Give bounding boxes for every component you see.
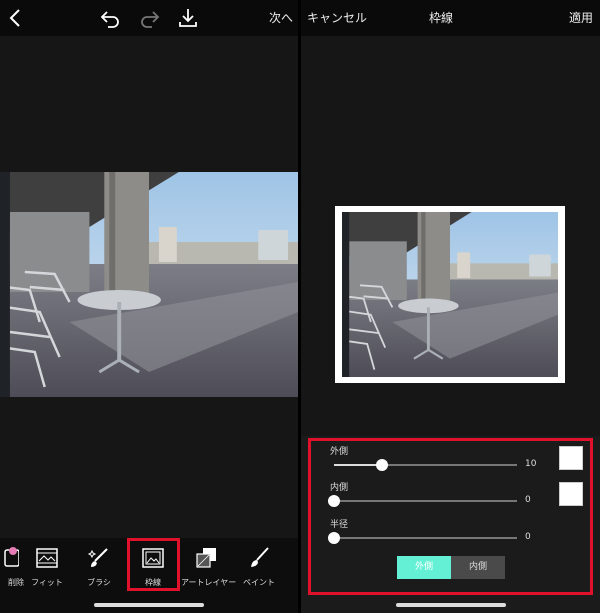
- home-indicator: [94, 603, 204, 607]
- back-icon[interactable]: [4, 6, 28, 30]
- brush-icon: [87, 548, 108, 567]
- tool-paint[interactable]: ペイント: [234, 544, 284, 594]
- download-icon[interactable]: [176, 6, 200, 30]
- cancel-button[interactable]: キャンセル: [307, 9, 367, 27]
- next-button[interactable]: 次へ: [269, 9, 293, 27]
- undo-icon[interactable]: [98, 6, 122, 30]
- border-header: キャンセル 枠線 適用: [301, 0, 600, 36]
- layers-icon: [196, 548, 216, 568]
- redo-icon[interactable]: [138, 6, 162, 30]
- controls-highlight: [308, 438, 593, 595]
- editor-pane: 次へ 削除 フィット ブラシ 枠線 アートレイヤー ペイント: [0, 0, 298, 613]
- eraser-icon: [4, 547, 19, 567]
- page-title: 枠線: [429, 11, 454, 25]
- apply-button[interactable]: 適用: [569, 9, 593, 27]
- selected-tool-highlight: [127, 538, 180, 591]
- fit-icon: [36, 548, 58, 568]
- preview-photo: [342, 212, 558, 377]
- tool-fit[interactable]: フィット: [22, 544, 72, 594]
- home-indicator: [395, 603, 506, 607]
- tool-art-layer[interactable]: アートレイヤー: [181, 544, 236, 594]
- paintbrush-icon: [251, 547, 269, 567]
- editor-header: 次へ: [0, 0, 298, 36]
- edited-photo: [0, 172, 298, 397]
- tool-brush[interactable]: ブラシ: [74, 544, 124, 594]
- framed-preview: [335, 206, 565, 383]
